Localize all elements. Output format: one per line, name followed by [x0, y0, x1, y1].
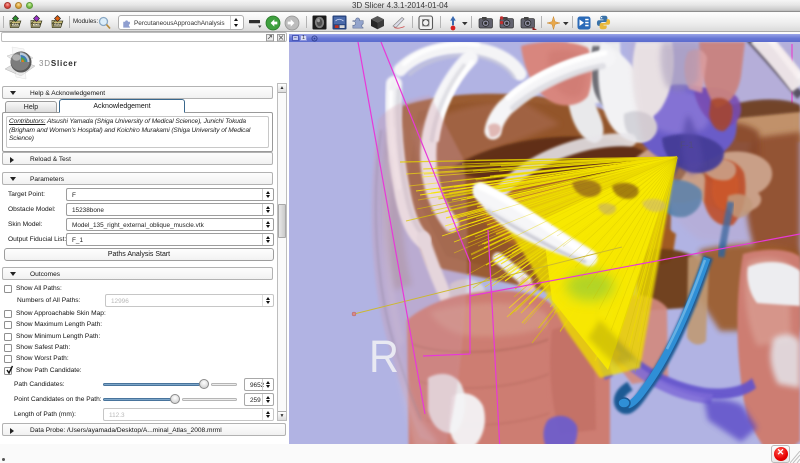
- svg-text:SAVE: SAVE: [53, 23, 63, 27]
- svg-text:DATA: DATA: [11, 23, 20, 27]
- svg-text:F-1: F-1: [680, 140, 694, 150]
- svg-text:DCM: DCM: [32, 23, 40, 27]
- svg-text:R: R: [369, 332, 399, 382]
